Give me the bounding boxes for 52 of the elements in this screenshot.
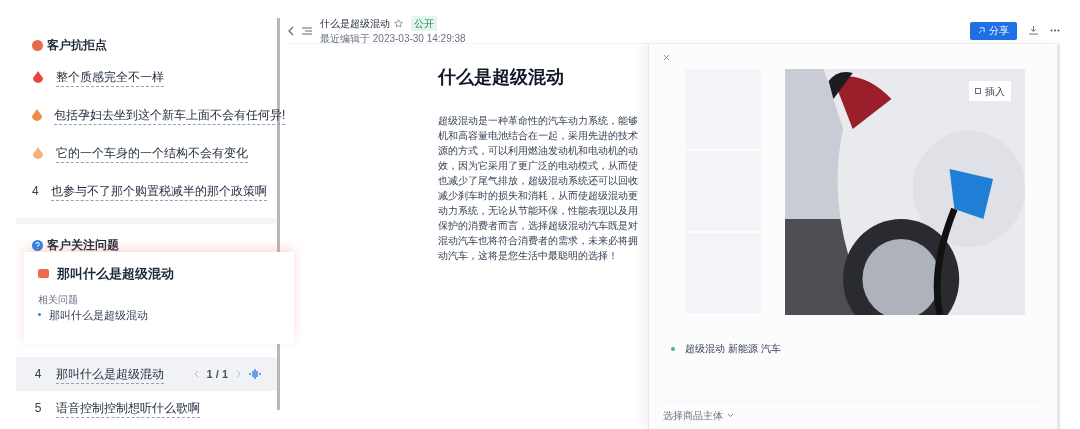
section-title: 客户抗拒点: [47, 37, 107, 54]
insert-icon: [975, 88, 981, 94]
medal-icon: [32, 109, 42, 121]
article-line: 保护的消费者而言，选择超级混动汽车既是对: [438, 219, 638, 233]
product-select[interactable]: 选择商品主体: [663, 408, 723, 423]
question-text: 那叫什么是超级混动: [56, 364, 164, 384]
insert-button[interactable]: 插入: [969, 81, 1011, 101]
page-counter: 1 / 1: [206, 366, 228, 382]
question-row[interactable]: 4 那叫什么是超级混动 1 / 1: [16, 357, 277, 391]
tag-list: 超级混动 新能源 汽车: [685, 341, 781, 356]
section-title: 客户关注问题: [47, 237, 119, 254]
message-icon: [38, 269, 49, 279]
back-icon[interactable]: [288, 25, 294, 36]
close-icon[interactable]: [663, 54, 670, 61]
row-number: 4: [33, 366, 43, 383]
article-title: 什么是超级混动: [438, 66, 565, 89]
medal-icon: [33, 147, 43, 159]
chevron-down-icon[interactable]: [727, 413, 734, 418]
related-label: 相关问题: [38, 292, 79, 307]
share-button[interactable]: 分享: [970, 21, 1017, 40]
objection-text[interactable]: 也参与不了那个购置税减半的那个政策啊: [50, 181, 267, 201]
bullet-icon: [38, 313, 41, 317]
question-text: 语音控制控制想听什么歌啊: [56, 398, 200, 418]
article-line: 机和高容量电池结合在一起，采用先进的技术: [438, 129, 638, 143]
article-line: 动力系统，无论从节能环保，性能表现以及用: [438, 204, 638, 218]
edit-time: 最近编辑于 2023-03-30 14:29:38: [320, 31, 466, 46]
share-icon: [978, 27, 985, 34]
more-icon[interactable]: [1050, 29, 1060, 32]
popup-title: 那叫什么是超级混动: [57, 265, 174, 283]
medal-icon: [33, 71, 43, 83]
warning-icon: [32, 39, 43, 51]
article-line: 效，因为它采用了更广泛的电动模式，从而使: [438, 159, 638, 173]
article-line: 动汽车，这将是您生活中最聪明的选择！: [438, 249, 618, 263]
objection-text[interactable]: 它的一个车身的一个结构不会有变化: [56, 143, 248, 163]
voice-wave-icon[interactable]: [249, 369, 261, 379]
article-line: 源的方式，可以利用燃油发动机和电动机的动: [438, 144, 638, 158]
list-icon[interactable]: [302, 26, 312, 35]
article-line: 超级混动是一种革命性的汽车动力系统，能够: [438, 114, 638, 128]
article-line: 也减少了尾气排放，超级混动系统还可以回收: [438, 174, 638, 188]
row-number: 5: [33, 400, 43, 417]
article-line: 混动汽车也将符合消费者的需求，未来必将拥: [438, 234, 638, 248]
row-number: 4: [32, 183, 39, 200]
public-badge: 公开: [411, 15, 437, 31]
doc-title: 什么是超级混动: [320, 16, 390, 31]
objection-text[interactable]: 整个质感完全不一样: [56, 67, 164, 87]
download-icon[interactable]: [1029, 26, 1038, 35]
article-line: 减少刹车时的损失和消耗，从而使超级混动更: [438, 189, 638, 203]
objection-text[interactable]: 包括孕妇去坐到这个新车上面不会有任何异!: [54, 105, 286, 125]
related-question[interactable]: 那叫什么是超级混动: [49, 306, 148, 323]
next-icon[interactable]: [236, 370, 241, 378]
prev-icon[interactable]: [193, 370, 199, 378]
star-icon[interactable]: [394, 18, 403, 28]
